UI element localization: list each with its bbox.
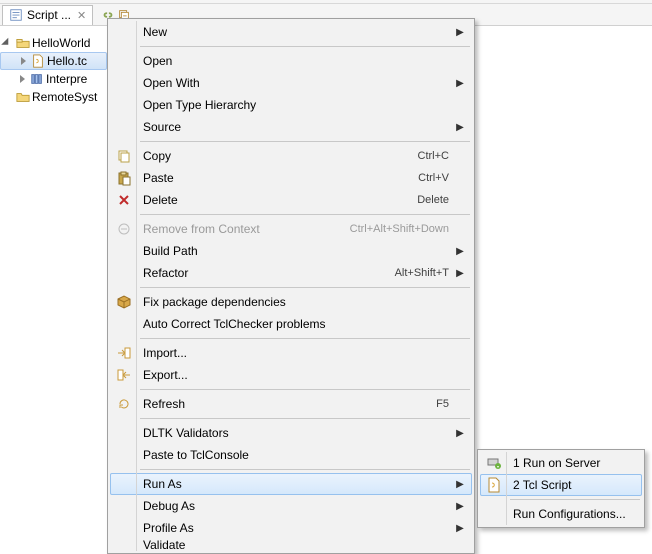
delete-icon bbox=[116, 192, 132, 208]
submenu-item-tcl-script[interactable]: 2 Tcl Script bbox=[480, 474, 642, 496]
menu-item-build-path[interactable]: Build Path ▶ bbox=[110, 240, 472, 262]
menu-separator bbox=[140, 214, 470, 215]
menu-item-refresh[interactable]: Refresh F5 bbox=[110, 393, 472, 415]
copy-icon bbox=[116, 148, 132, 164]
menu-item-import[interactable]: Import... bbox=[110, 342, 472, 364]
context-submenu-run-as[interactable]: 1 Run on Server 2 Tcl Script Run Configu… bbox=[477, 449, 645, 528]
view-tab-label: Script ... bbox=[27, 8, 71, 22]
menu-separator bbox=[140, 141, 470, 142]
menu-item-open[interactable]: Open bbox=[110, 50, 472, 72]
project-folder-icon bbox=[16, 36, 30, 50]
tree-label: Interpre bbox=[46, 72, 87, 86]
paste-icon bbox=[116, 170, 132, 186]
submenu-arrow-icon: ▶ bbox=[455, 27, 465, 38]
library-icon bbox=[30, 72, 44, 86]
expander-icon[interactable] bbox=[4, 38, 14, 48]
menu-item-paste-to-tclconsole[interactable]: Paste to TclConsole bbox=[110, 444, 472, 466]
menu-item-fix-package-dependencies[interactable]: Fix package dependencies bbox=[110, 291, 472, 313]
menu-item-profile-as[interactable]: Profile As ▶ bbox=[110, 517, 472, 539]
menu-item-auto-correct-tclchecker[interactable]: Auto Correct TclChecker problems bbox=[110, 313, 472, 335]
refresh-icon bbox=[116, 396, 132, 412]
tree-label: HelloWorld bbox=[32, 36, 90, 50]
menu-item-copy[interactable]: Copy Ctrl+C bbox=[110, 145, 472, 167]
submenu-arrow-icon: ▶ bbox=[455, 268, 465, 279]
tree-row-project[interactable]: HelloWorld bbox=[0, 34, 107, 52]
menu-item-new[interactable]: New ▶ bbox=[110, 21, 472, 43]
tree-label: RemoteSyst bbox=[32, 90, 97, 104]
submenu-item-run-on-server[interactable]: 1 Run on Server bbox=[480, 452, 642, 474]
menu-item-source[interactable]: Source ▶ bbox=[110, 116, 472, 138]
submenu-item-run-configurations[interactable]: Run Configurations... bbox=[480, 503, 642, 525]
menu-separator bbox=[140, 338, 470, 339]
menu-separator bbox=[140, 46, 470, 47]
menu-item-open-with[interactable]: Open With ▶ bbox=[110, 72, 472, 94]
menu-separator bbox=[140, 418, 470, 419]
menu-item-run-as[interactable]: Run As ▶ bbox=[110, 473, 472, 495]
menu-item-debug-as[interactable]: Debug As ▶ bbox=[110, 495, 472, 517]
menu-separator bbox=[510, 499, 640, 500]
script-explorer-icon bbox=[9, 8, 23, 22]
submenu-arrow-icon: ▶ bbox=[455, 78, 465, 89]
tree-label: Hello.tc bbox=[47, 54, 87, 68]
folder-icon bbox=[16, 90, 30, 104]
expander-icon[interactable] bbox=[18, 74, 28, 84]
close-icon[interactable]: ✕ bbox=[77, 9, 86, 22]
tree-row-interpreter[interactable]: Interpre bbox=[0, 70, 107, 88]
menu-gutter bbox=[506, 452, 507, 525]
menu-item-validate[interactable]: Validate bbox=[110, 539, 472, 551]
import-icon bbox=[116, 345, 132, 361]
project-tree[interactable]: HelloWorld Hello.tc Interpre RemoteSyst bbox=[0, 34, 107, 106]
submenu-arrow-icon: ▶ bbox=[455, 523, 465, 534]
menu-separator bbox=[140, 469, 470, 470]
submenu-arrow-icon: ▶ bbox=[455, 428, 465, 439]
menu-gutter bbox=[136, 21, 137, 551]
tcl-file-icon bbox=[31, 54, 45, 68]
submenu-arrow-icon: ▶ bbox=[455, 246, 465, 257]
context-menu[interactable]: New ▶ Open Open With ▶ Open Type Hierarc… bbox=[107, 18, 475, 554]
menu-item-export[interactable]: Export... bbox=[110, 364, 472, 386]
menu-separator bbox=[140, 389, 470, 390]
menu-item-dltk-validators[interactable]: DLTK Validators ▶ bbox=[110, 422, 472, 444]
menu-item-remove-from-context: Remove from Context Ctrl+Alt+Shift+Down bbox=[110, 218, 472, 240]
menu-item-delete[interactable]: Delete Delete bbox=[110, 189, 472, 211]
menu-icon-spacer bbox=[111, 22, 137, 42]
tree-row-file-hello[interactable]: Hello.tc bbox=[0, 52, 107, 70]
tcl-script-icon bbox=[486, 477, 502, 493]
menu-item-refactor[interactable]: Refactor Alt+Shift+T ▶ bbox=[110, 262, 472, 284]
server-run-icon bbox=[486, 455, 502, 471]
export-icon bbox=[116, 367, 132, 383]
menu-item-open-type-hierarchy[interactable]: Open Type Hierarchy bbox=[110, 94, 472, 116]
expander-icon[interactable] bbox=[19, 56, 29, 66]
submenu-arrow-icon: ▶ bbox=[455, 122, 465, 133]
remove-context-icon bbox=[116, 221, 132, 237]
tree-row-remote-systems[interactable]: RemoteSyst bbox=[0, 88, 107, 106]
menu-separator bbox=[140, 287, 470, 288]
view-tab-script-explorer[interactable]: Script ... ✕ bbox=[2, 5, 93, 25]
submenu-arrow-icon: ▶ bbox=[455, 479, 465, 490]
menu-item-paste[interactable]: Paste Ctrl+V bbox=[110, 167, 472, 189]
expander-placeholder bbox=[4, 92, 14, 102]
script-explorer-sidebar: HelloWorld Hello.tc Interpre RemoteSyst bbox=[0, 26, 108, 529]
submenu-arrow-icon: ▶ bbox=[455, 501, 465, 512]
package-icon bbox=[116, 294, 132, 310]
